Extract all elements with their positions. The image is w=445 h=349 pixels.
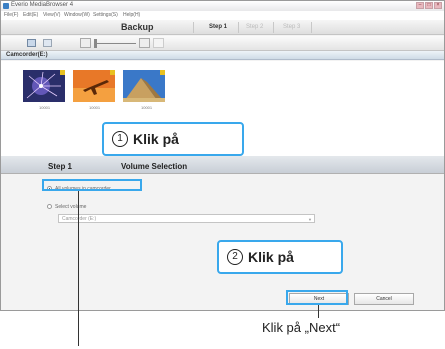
highlight-all-volumes <box>42 179 142 191</box>
tab-step-3[interactable]: Step 3 <box>283 24 300 30</box>
tab-divider <box>273 22 274 33</box>
pointer-line-option <box>78 191 79 346</box>
app-icon <box>3 3 9 9</box>
menu-view[interactable]: View(V) <box>43 12 60 18</box>
fireworks-thumbnail-icon <box>23 70 65 102</box>
step-tab-bar: Backup Step 1 Step 2 Step 3 <box>1 20 444 35</box>
zoom-slider-track[interactable] <box>96 43 136 44</box>
menu-file[interactable]: File(F) <box>4 12 18 18</box>
minimize-button[interactable]: – <box>416 2 424 9</box>
thumbnail-fireworks[interactable] <box>23 70 65 102</box>
thumbnail-label: 10001 <box>141 105 153 110</box>
callout-text: Klik på <box>133 131 179 147</box>
view-toolbar <box>1 36 444 51</box>
next-caption: Klik på „Next“ <box>262 320 341 335</box>
drive-label: Camcorder(E:) <box>6 52 48 58</box>
panel-header: Step 1 Volume Selection <box>1 156 444 174</box>
tab-divider <box>238 22 239 33</box>
window-controls: – □ × <box>416 2 442 9</box>
menu-window[interactable]: Window(W) <box>64 12 90 18</box>
zoom-out-icon[interactable] <box>80 38 91 48</box>
dropdown-value: Camcorder (E:) <box>62 216 97 222</box>
panel-step-label: Step 1 <box>48 162 73 171</box>
maximize-button[interactable]: □ <box>425 2 433 9</box>
menu-bar: File(F) Edit(E) View(V) Window(W) Settin… <box>1 11 444 20</box>
thumbnail-label: 10001 <box>89 105 101 110</box>
highlight-next-button <box>286 290 348 305</box>
zoom-slider-handle[interactable] <box>94 39 97 48</box>
cancel-button[interactable]: Cancel <box>354 293 414 305</box>
callout-number: 2 <box>227 249 243 265</box>
tab-step-2[interactable]: Step 2 <box>246 24 263 30</box>
thumbnail-label: 10001 <box>39 105 51 110</box>
radio-select-volume[interactable] <box>47 204 52 209</box>
airplane-thumbnail-icon <box>73 70 115 102</box>
tab-step-1[interactable]: Step 1 <box>209 24 227 30</box>
instruction-figure: Everio MediaBrowser 4 – □ × File(F) Edit… <box>0 0 445 349</box>
list-view-icon[interactable] <box>43 39 52 47</box>
drive-header: Camcorder(E:) <box>1 51 444 60</box>
volume-dropdown[interactable]: Camcorder (E:) ▼ <box>58 214 315 223</box>
selected-marker-icon <box>110 70 115 75</box>
tab-divider <box>311 22 312 33</box>
close-button[interactable]: × <box>434 2 442 9</box>
panel-heading: Volume Selection <box>121 162 188 171</box>
window-title: Everio MediaBrowser 4 <box>11 2 74 8</box>
menu-settings[interactable]: Settings(S) <box>93 12 118 18</box>
chevron-down-icon: ▼ <box>308 217 312 222</box>
backup-title: Backup <box>121 22 154 32</box>
callout-step-1: 1 Klik på <box>102 122 244 156</box>
pointer-line-next <box>318 305 319 318</box>
selected-marker-icon <box>160 70 165 75</box>
menu-edit[interactable]: Edit(E) <box>23 12 38 18</box>
tab-divider <box>193 22 194 33</box>
pyramid-thumbnail-icon <box>123 70 165 102</box>
rotate-icon[interactable] <box>153 38 164 48</box>
menu-help[interactable]: Help(H) <box>123 12 140 18</box>
option-select-volume-label[interactable]: Select volume <box>55 204 86 210</box>
thumbnail-view-icon[interactable] <box>27 39 36 47</box>
title-bar: Everio MediaBrowser 4 – □ × <box>1 1 444 11</box>
callout-step-2: 2 Klik på <box>217 240 343 274</box>
button-bar: Next Cancel <box>1 291 444 310</box>
callout-number: 1 <box>112 131 128 147</box>
selected-marker-icon <box>60 70 65 75</box>
callout-text: Klik på <box>248 249 294 265</box>
thumbnail-airplane[interactable] <box>73 70 115 102</box>
thumbnail-pyramid[interactable] <box>123 70 165 102</box>
zoom-in-icon[interactable] <box>139 38 150 48</box>
